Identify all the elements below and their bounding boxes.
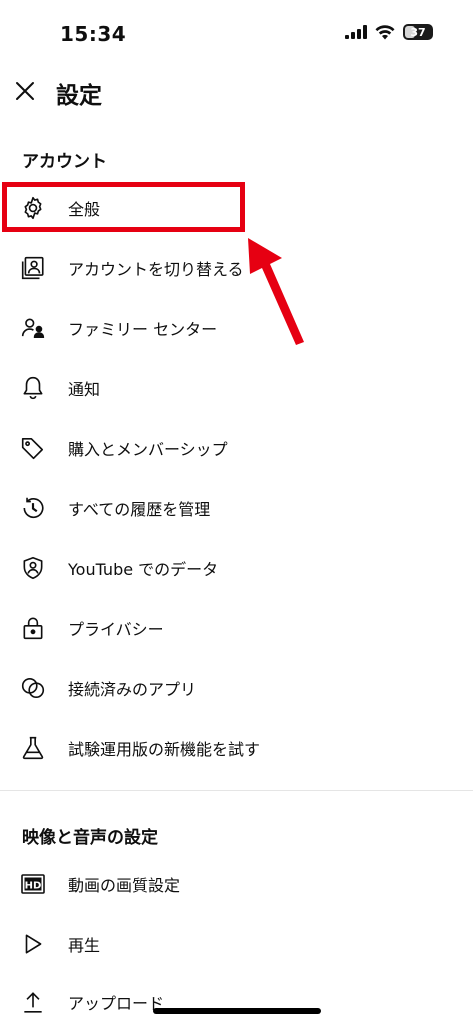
bell-icon — [20, 375, 46, 401]
menu-label-family-center: ファミリー センター — [68, 320, 218, 339]
tag-icon — [20, 435, 46, 461]
menu-label-playback: 再生 — [68, 936, 101, 955]
battery-percentage: 37 — [410, 25, 426, 39]
hd-icon: HD — [20, 871, 46, 897]
section-title-video-audio: 映像と音声の設定 — [22, 828, 158, 848]
menu-label-your-data: YouTube でのデータ — [68, 560, 219, 579]
home-indicator — [153, 1008, 321, 1014]
menu-item-try-experimental[interactable]: 試験運用版の新機能を試す — [0, 718, 473, 778]
menu-item-playback[interactable]: 再生 — [0, 914, 473, 974]
battery-icon: 37 — [403, 24, 433, 40]
settings-screen: 15:34 37 設定 アカウント 全般 アカウントを切り替える ファミリー セ… — [0, 0, 473, 1024]
upload-icon — [20, 989, 46, 1015]
menu-label-try-experimental: 試験運用版の新機能を試す — [68, 740, 261, 759]
wifi-icon — [375, 24, 395, 39]
connected-apps-icon — [20, 675, 46, 701]
play-icon — [20, 931, 46, 957]
signal-icon — [345, 25, 367, 39]
lock-icon — [20, 615, 46, 641]
section-divider — [0, 790, 473, 791]
header: 設定 — [0, 70, 473, 114]
menu-item-connected-apps[interactable]: 接続済みのアプリ — [0, 658, 473, 718]
menu-item-history[interactable]: すべての履歴を管理 — [0, 478, 473, 538]
menu-item-your-data[interactable]: YouTube でのデータ — [0, 538, 473, 598]
close-button[interactable] — [12, 78, 38, 104]
menu-item-purchases[interactable]: 購入とメンバーシップ — [0, 418, 473, 478]
section-title-account: アカウント — [22, 152, 107, 172]
switch-account-icon — [20, 255, 46, 281]
menu-item-upload[interactable]: アップロード — [0, 972, 473, 1024]
family-icon — [20, 315, 46, 341]
menu-label-connected-apps: 接続済みのアプリ — [68, 680, 197, 699]
gear-icon — [20, 195, 46, 221]
menu-item-family-center[interactable]: ファミリー センター — [0, 298, 473, 358]
svg-text:HD: HD — [25, 880, 42, 891]
status-time: 15:34 — [60, 22, 127, 46]
menu-label-history: すべての履歴を管理 — [68, 500, 211, 519]
status-icons: 37 — [345, 24, 433, 40]
menu-label-purchases: 購入とメンバーシップ — [68, 440, 228, 459]
menu-label-notifications: 通知 — [68, 380, 101, 399]
menu-label-upload: アップロード — [68, 994, 165, 1013]
page-title: 設定 — [56, 83, 102, 109]
menu-item-video-quality[interactable]: HD 動画の画質設定 — [0, 854, 473, 914]
history-icon — [20, 495, 46, 521]
menu-item-general[interactable]: 全般 — [0, 178, 473, 238]
menu-label-switch-account: アカウントを切り替える — [68, 260, 244, 279]
menu-label-general: 全般 — [68, 200, 101, 219]
menu-item-switch-account[interactable]: アカウントを切り替える — [0, 238, 473, 298]
menu-label-privacy: プライバシー — [68, 620, 164, 639]
menu-item-privacy[interactable]: プライバシー — [0, 598, 473, 658]
menu-label-video-quality: 動画の画質設定 — [68, 876, 181, 895]
flask-icon — [20, 735, 46, 761]
status-bar: 15:34 37 — [0, 0, 473, 60]
menu-item-notifications[interactable]: 通知 — [0, 358, 473, 418]
shield-person-icon — [20, 555, 46, 581]
close-icon — [16, 82, 34, 100]
